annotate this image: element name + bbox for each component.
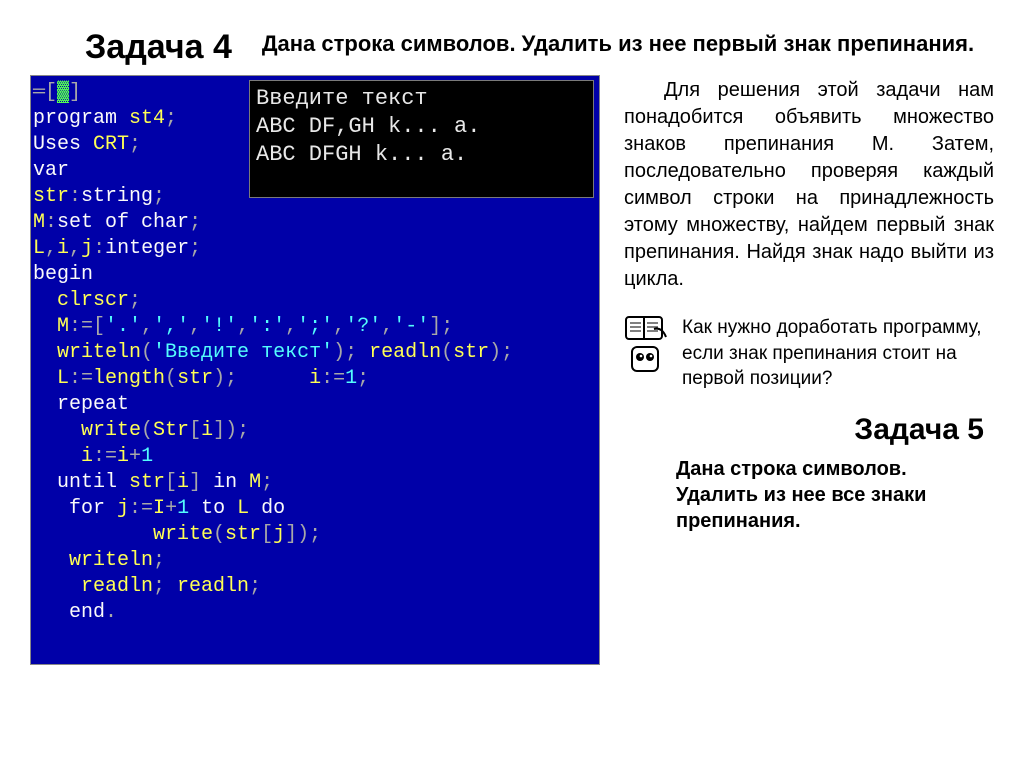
question-icon bbox=[624, 315, 668, 377]
explanation-text: Для решения этой задачи нам понадобится … bbox=[624, 77, 994, 293]
task-title: Задача 4 bbox=[30, 28, 232, 67]
task5-description: Дана строка символов. Удалить из нее все… bbox=[624, 456, 994, 534]
task5-title: Задача 5 bbox=[624, 410, 984, 451]
followup-question: Как нужно доработать программу, если зна… bbox=[682, 315, 994, 392]
task-description: Дана строка символов. Удалить из нее пер… bbox=[262, 30, 974, 58]
code-editor-screenshot: ═[▓] program st4; Uses CRT; var str:stri… bbox=[30, 75, 600, 665]
program-output: Введите текст ABC DF,GH k... a. ABC DFGH… bbox=[249, 80, 594, 198]
